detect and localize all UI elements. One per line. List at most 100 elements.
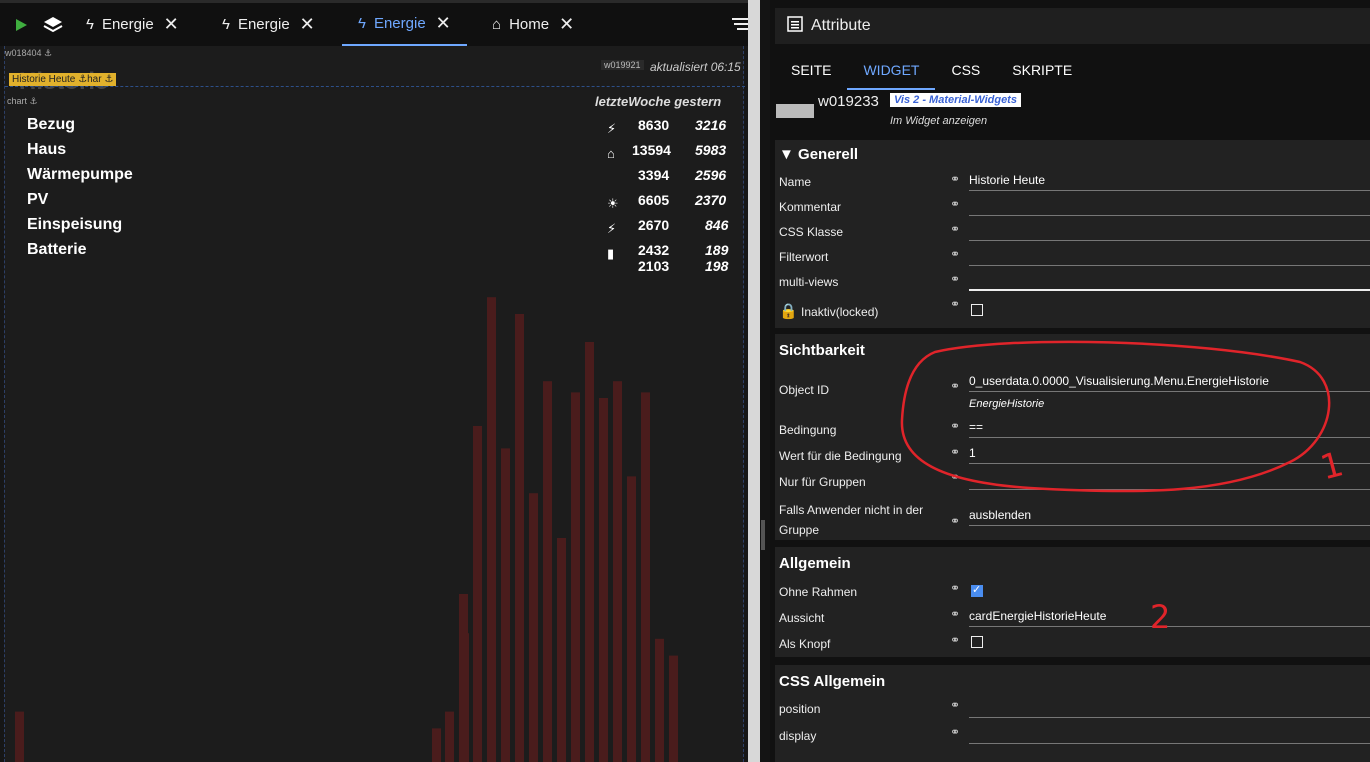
tab-css[interactable]: CSS [935,50,996,90]
chart-bar [543,381,552,762]
css-klasse-field[interactable] [969,223,1370,241]
tab-energie-1[interactable]: ϟ Energie ✕ [86,3,179,46]
chart-bar [432,728,441,762]
chart-bar [501,448,510,762]
display-field[interactable] [969,726,1370,744]
label-filterwort: Filterwort [779,250,829,264]
value2-pv: 2370 [695,192,727,208]
link-icon[interactable]: ⚭ [950,297,960,311]
link-icon[interactable]: ⚭ [950,470,960,484]
name-field[interactable]: Historie Heute [969,173,1370,191]
gruppen-select[interactable] [969,472,1370,490]
category-bezug: Bezug [27,116,75,133]
layers-icon[interactable] [42,14,64,36]
group-allgemein: Allgemein Ohne Rahmen ⚭ Aussicht ⚭ cardE… [775,547,1370,657]
grid-export-icon: ⚡ [607,221,617,236]
close-icon[interactable]: ✕ [164,14,179,35]
tab-energie-2[interactable]: ϟ Energie ✕ [222,3,315,46]
ohne-rahmen-checkbox[interactable] [971,583,983,597]
grid-import-icon: ⚡ [607,121,617,136]
panel-splitter-handle[interactable] [761,520,765,550]
locked-checkbox[interactable] [971,304,983,316]
position-field[interactable] [969,700,1370,718]
show-in-widget-link[interactable]: Im Widget anzeigen [890,115,987,127]
label-ohne-rahmen: Ohne Rahmen [779,585,858,599]
chart-bar [473,426,482,762]
link-icon[interactable]: ⚭ [950,247,960,261]
link-icon[interactable]: ⚭ [950,379,960,393]
label-gruppen: Nur für Gruppen [779,475,866,489]
tab-widget[interactable]: WIDGET [847,50,936,90]
object-id-field[interactable]: 0_userdata.0.0000_Visualisierung.Menu.En… [969,374,1370,392]
chart-bar [571,392,580,762]
falls-select[interactable]: ausblenden [969,508,1370,526]
wert-field[interactable]: 1 [969,446,1370,464]
als-knopf-checkbox[interactable] [971,636,983,648]
editor-scrollbar[interactable] [748,0,760,762]
column-headers: letzteWoche gestern [595,94,722,109]
lightning-icon: ϟ [358,15,366,32]
link-icon[interactable]: ⚭ [950,698,960,712]
link-icon[interactable]: ⚭ [950,197,960,211]
tab-seite[interactable]: SEITE [775,50,847,90]
value-waermepumpe: 3394 [638,167,670,183]
group-title-css-allgemein[interactable]: CSS Allgemein [779,673,885,690]
link-icon[interactable]: ⚭ [950,514,960,528]
view-tabbar: ϟ Energie ✕ ϟ Energie ✕ ϟ Energie ✕ ⌂ Ho… [0,0,750,46]
energy-icons: ⚡ ⌂ ☀ ⚡ ▮ [607,116,619,266]
category-batterie: Batterie [27,241,87,258]
label-display: display [779,729,817,743]
multi-views-field[interactable] [969,273,1370,291]
battery-icon: ▮ [607,246,615,261]
widget-id-tag: w019921 [601,60,644,70]
label-wert: Wert für die Bedingung [779,449,902,463]
category-haus: Haus [27,141,67,158]
tab-energie-3[interactable]: ϟ Energie ✕ [342,3,467,46]
value-einspeisung: 2670 [638,217,670,233]
house-icon: ⌂ [607,146,615,161]
value-batterie-2: 2103 [638,258,670,274]
close-icon[interactable]: ✕ [436,13,451,34]
value2-batterie: 189 [705,242,729,258]
value2-haus: 5983 [695,142,727,158]
selection-outline [5,86,745,87]
link-icon[interactable]: ⚭ [950,607,960,621]
label-css-klasse: CSS Klasse [779,225,844,239]
group-generell: ▼ Generell Name ⚭ Historie Heute Komment… [775,140,1370,328]
attribute-panel: Attribute SEITE WIDGET CSS SKRIPTE w0192… [770,0,1370,762]
link-icon[interactable]: ⚭ [950,419,960,433]
link-icon[interactable]: ⚭ [950,581,960,595]
filterwort-field[interactable] [969,248,1370,266]
link-icon[interactable]: ⚭ [950,222,960,236]
group-title-generell[interactable]: ▼ Generell [779,146,858,163]
link-icon[interactable]: ⚭ [950,172,960,186]
tab-skripte[interactable]: SKRIPTE [996,50,1088,90]
link-icon[interactable]: ⚭ [950,272,960,286]
value2-waermepumpe: 2596 [695,167,727,183]
view-canvas[interactable]: w018404 ⚓ Historie Historie Heute ⚓har ⚓… [4,46,745,762]
group-title-allgemein[interactable]: Allgemein [779,555,851,572]
value-bezug: 8630 [638,117,670,133]
chart-bar [669,655,678,762]
tab-home[interactable]: ⌂ Home ✕ [492,3,574,46]
chart-bar [627,476,636,762]
value2-einspeisung: 846 [705,217,729,233]
group-title-sichtbarkeit[interactable]: Sichtbarkeit [779,342,865,359]
close-icon[interactable]: ✕ [559,14,574,35]
selected-widget-badge[interactable]: Historie Heute ⚓har ⚓ [9,73,117,86]
solar-icon: ☀ [607,196,619,211]
label-falls: Falls Anwender nicht in der Gruppe [779,503,924,537]
label-name: Name [779,175,812,189]
value2-batterie-2: 198 [705,258,729,274]
link-icon[interactable]: ⚭ [950,725,960,739]
chart-bar [585,342,594,762]
kommentar-field[interactable] [969,198,1370,216]
label-als-knopf: Als Knopf [779,637,831,651]
link-icon[interactable]: ⚭ [950,445,960,459]
play-icon[interactable] [10,14,32,36]
aussicht-select[interactable]: cardEnergieHistorieHeute [969,609,1370,627]
close-icon[interactable]: ✕ [300,14,315,35]
bedingung-select[interactable]: == [969,420,1370,438]
link-icon[interactable]: ⚭ [950,633,960,647]
lightning-icon: ϟ [222,16,230,33]
